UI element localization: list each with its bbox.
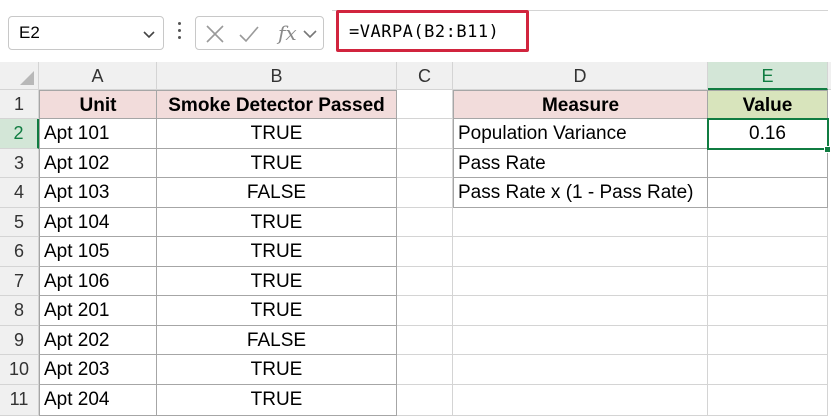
cell-e1[interactable]: Value [708, 90, 828, 119]
formula-controls: fx [195, 16, 324, 50]
row-header-1[interactable]: 1 [0, 90, 39, 119]
row-header-11[interactable]: 11 [0, 385, 39, 416]
chevron-down-icon[interactable] [302, 23, 318, 45]
cell-a8[interactable]: Apt 201 [39, 296, 157, 326]
cell-e7[interactable] [708, 267, 828, 296]
spreadsheet-grid: A B C D E 1 2 3 4 5 6 7 8 9 10 11 Unit S… [0, 62, 831, 416]
row-header-9[interactable]: 9 [0, 326, 39, 355]
cell-d8[interactable] [453, 296, 708, 326]
cell-e11[interactable] [708, 385, 828, 416]
cell-c8[interactable] [397, 296, 453, 326]
cell-b1[interactable]: Smoke Detector Passed [157, 90, 397, 119]
row-header-2[interactable]: 2 [0, 119, 39, 149]
name-box[interactable]: E2 [8, 16, 164, 50]
cell-c1[interactable] [397, 90, 453, 119]
cell-d5[interactable] [453, 208, 708, 237]
formula-text: =VARPA(B2:B11) [349, 22, 500, 42]
row-header-4[interactable]: 4 [0, 178, 39, 208]
cell-e4[interactable] [708, 178, 828, 208]
cell-a4[interactable]: Apt 103 [39, 178, 157, 208]
cell-b6[interactable]: TRUE [157, 237, 397, 267]
cell-a10[interactable]: Apt 203 [39, 355, 157, 385]
cell-c5[interactable] [397, 208, 453, 237]
cell-c7[interactable] [397, 267, 453, 296]
cell-b8[interactable]: TRUE [157, 296, 397, 326]
chevron-down-icon[interactable] [141, 26, 157, 42]
column-header-c[interactable]: C [397, 62, 453, 90]
cell-d10[interactable] [453, 355, 708, 385]
cell-a2[interactable]: Apt 101 [39, 119, 157, 149]
cell-e3[interactable] [708, 149, 828, 178]
cell-b3[interactable]: TRUE [157, 149, 397, 178]
cell-e8[interactable] [708, 296, 828, 326]
fill-handle[interactable] [824, 146, 831, 153]
cell-c9[interactable] [397, 326, 453, 355]
cell-b2[interactable]: TRUE [157, 119, 397, 149]
cell-b4[interactable]: FALSE [157, 178, 397, 208]
cell-a7[interactable]: Apt 106 [39, 267, 157, 296]
name-box-value: E2 [19, 23, 40, 42]
row-header-3[interactable]: 3 [0, 149, 39, 178]
cell-b5[interactable]: TRUE [157, 208, 397, 237]
column-header-e[interactable]: E [708, 62, 828, 90]
cell-d9[interactable] [453, 326, 708, 355]
row-header-6[interactable]: 6 [0, 237, 39, 267]
select-all-corner[interactable] [0, 62, 39, 90]
row-header-7[interactable]: 7 [0, 267, 39, 296]
cell-e9[interactable] [708, 326, 828, 355]
cell-d2[interactable]: Population Variance [453, 119, 708, 149]
cell-c11[interactable] [397, 385, 453, 416]
cell-e6[interactable] [708, 237, 828, 267]
row-header-10[interactable]: 10 [0, 355, 39, 385]
cell-c6[interactable] [397, 237, 453, 267]
cell-b11[interactable]: TRUE [157, 385, 397, 416]
cell-d4[interactable]: Pass Rate x (1 - Pass Rate) [453, 178, 708, 208]
cancel-icon[interactable] [204, 23, 226, 45]
cell-a5[interactable]: Apt 104 [39, 208, 157, 237]
formula-bar: E2 fx =VARPA(B2:B11) [0, 0, 831, 62]
cell-c10[interactable] [397, 355, 453, 385]
cell-a11[interactable]: Apt 204 [39, 385, 157, 416]
cell-d1[interactable]: Measure [453, 90, 708, 119]
cell-c3[interactable] [397, 149, 453, 178]
cell-e5[interactable] [708, 208, 828, 237]
column-header-b[interactable]: B [157, 62, 397, 90]
cell-b10[interactable]: TRUE [157, 355, 397, 385]
cell-b7[interactable]: TRUE [157, 267, 397, 296]
cell-a9[interactable]: Apt 202 [39, 326, 157, 355]
cell-d11[interactable] [453, 385, 708, 416]
cell-c2[interactable] [397, 119, 453, 149]
row-header-8[interactable]: 8 [0, 296, 39, 326]
cell-d6[interactable] [453, 237, 708, 267]
cell-e10[interactable] [708, 355, 828, 385]
cell-e2[interactable]: 0.16 [708, 119, 828, 149]
formula-highlight[interactable]: =VARPA(B2:B11) [336, 10, 529, 52]
column-header-d[interactable]: D [453, 62, 708, 90]
cell-a6[interactable]: Apt 105 [39, 237, 157, 267]
row-header-5[interactable]: 5 [0, 208, 39, 237]
cell-b9[interactable]: FALSE [157, 326, 397, 355]
more-options-icon[interactable] [176, 22, 182, 44]
cell-a3[interactable]: Apt 102 [39, 149, 157, 178]
insert-function-button[interactable]: fx [278, 21, 297, 45]
cell-d7[interactable] [453, 267, 708, 296]
cell-d3[interactable]: Pass Rate [453, 149, 708, 178]
enter-check-icon[interactable] [238, 23, 260, 45]
cell-a1[interactable]: Unit [39, 90, 157, 119]
cell-c4[interactable] [397, 178, 453, 208]
column-header-a[interactable]: A [39, 62, 157, 90]
